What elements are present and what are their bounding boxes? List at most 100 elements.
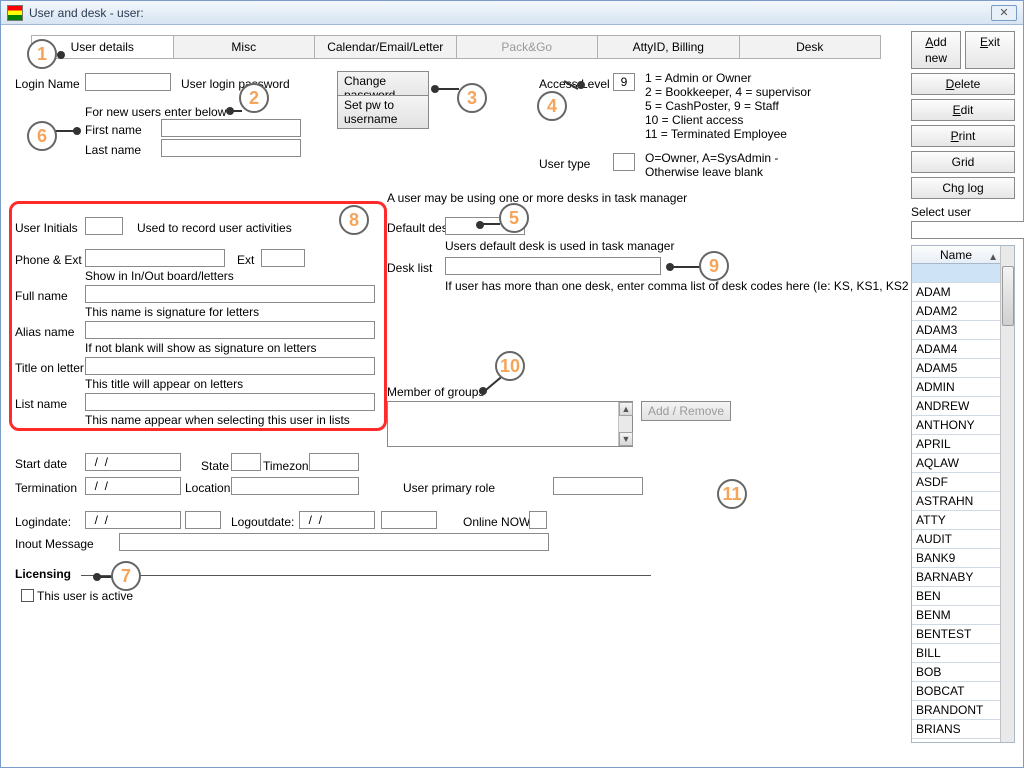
- location-input[interactable]: [231, 477, 359, 495]
- list-item[interactable]: ADAM2: [912, 302, 1000, 321]
- groups-scrollbar[interactable]: ▲ ▼: [618, 402, 632, 446]
- active-checkbox-label: This user is active: [37, 589, 133, 603]
- login-name-input[interactable]: [85, 73, 171, 91]
- default-desk-input[interactable]: [445, 217, 525, 235]
- desk-list-label: Desk list: [387, 261, 432, 275]
- access-legend-5: 11 = Terminated Employee: [645, 127, 787, 141]
- access-level-input[interactable]: [613, 73, 635, 91]
- logintime-input[interactable]: [185, 511, 221, 529]
- scrollbar-thumb[interactable]: [1002, 266, 1014, 326]
- tab-attyid-billing[interactable]: AttyID, Billing: [598, 35, 740, 58]
- logindate-label: Logindate:: [15, 515, 71, 529]
- list-item[interactable]: BENM: [912, 606, 1000, 625]
- list-item[interactable]: BRANDONT: [912, 701, 1000, 720]
- logindate-input[interactable]: [85, 511, 181, 529]
- inout-message-input[interactable]: [119, 533, 549, 551]
- for-new-users-hint: For new users enter below: [85, 105, 226, 119]
- logoutdate-input[interactable]: [299, 511, 375, 529]
- add-new-button[interactable]: Add new: [911, 31, 961, 69]
- list-item[interactable]: ASDF: [912, 473, 1000, 492]
- list-name-input[interactable]: [85, 393, 375, 411]
- list-item[interactable]: ANDREW: [912, 397, 1000, 416]
- user-list: Name ▲ ADAMADAM2ADAM3ADAM4ADAM5ADMINANDR…: [911, 245, 1015, 743]
- user-initials-label: User Initials: [15, 221, 78, 235]
- user-list-header[interactable]: Name ▲: [912, 246, 1000, 264]
- user-initials-input[interactable]: [85, 217, 123, 235]
- access-legend-3: 5 = CashPoster, 9 = Staff: [645, 99, 779, 113]
- edit-button[interactable]: Edit: [911, 99, 1015, 121]
- close-icon[interactable]: ✕: [991, 5, 1017, 21]
- marker-6: 6: [27, 121, 57, 151]
- exit-button[interactable]: Exit: [965, 31, 1015, 69]
- list-item[interactable]: BENTEST: [912, 625, 1000, 644]
- scroll-up-icon[interactable]: ▲: [619, 402, 633, 416]
- full-name-label: Full name: [15, 289, 68, 303]
- termination-input[interactable]: [85, 477, 181, 495]
- list-item[interactable]: BEN: [912, 587, 1000, 606]
- list-item[interactable]: ADAM4: [912, 340, 1000, 359]
- list-item[interactable]: ASTRAHN: [912, 492, 1000, 511]
- user-type-input[interactable]: [613, 153, 635, 171]
- desk-list-input[interactable]: [445, 257, 661, 275]
- desk-intro-hint: A user may be using one or more desks in…: [387, 191, 687, 205]
- list-item[interactable]: BOB: [912, 663, 1000, 682]
- user-primary-role-input[interactable]: [553, 477, 643, 495]
- list-item[interactable]: BILL: [912, 644, 1000, 663]
- action-button-column: Add new Exit Delete Edit Print Grid Chg …: [911, 31, 1015, 199]
- list-item[interactable]: ANTHONY: [912, 416, 1000, 435]
- member-of-groups-box[interactable]: ▲ ▼: [387, 401, 633, 447]
- list-item[interactable]: ADMIN: [912, 378, 1000, 397]
- online-now-label: Online NOW: [463, 515, 530, 529]
- select-user-input[interactable]: [911, 221, 1024, 239]
- active-checkbox[interactable]: [21, 589, 34, 602]
- first-name-input[interactable]: [161, 119, 301, 137]
- logouttime-input[interactable]: [381, 511, 437, 529]
- list-item[interactable]: BANK9: [912, 549, 1000, 568]
- tab-calendar-email-letter[interactable]: Calendar/Email/Letter: [315, 35, 457, 58]
- list-item[interactable]: ADAM3: [912, 321, 1000, 340]
- list-item[interactable]: ADAM: [912, 283, 1000, 302]
- last-name-input[interactable]: [161, 139, 301, 157]
- list-item[interactable]: AUDIT: [912, 530, 1000, 549]
- list-item[interactable]: BOBCAT: [912, 682, 1000, 701]
- access-legend-4: 10 = Client access: [645, 113, 743, 127]
- tab-misc[interactable]: Misc: [174, 35, 316, 58]
- list-item[interactable]: APRIL: [912, 435, 1000, 454]
- first-name-label: First name: [85, 123, 142, 137]
- tab-desk[interactable]: Desk: [740, 35, 882, 58]
- user-list-scrollbar[interactable]: [1000, 246, 1014, 742]
- list-item[interactable]: BULLETIN: [912, 739, 1000, 742]
- start-date-input[interactable]: [85, 453, 181, 471]
- start-date-label: Start date: [15, 457, 67, 471]
- list-item[interactable]: BRIANS: [912, 720, 1000, 739]
- grid-button[interactable]: Grid: [911, 151, 1015, 173]
- list-name-label: List name: [15, 397, 67, 411]
- state-input[interactable]: [231, 453, 261, 471]
- set-pw-to-username-button[interactable]: Set pw to username: [337, 95, 429, 129]
- list-item[interactable]: ATTY: [912, 511, 1000, 530]
- add-remove-button[interactable]: Add / Remove: [641, 401, 731, 421]
- marker-9: 9: [699, 251, 729, 281]
- list-item[interactable]: BARNABY: [912, 568, 1000, 587]
- list-item[interactable]: [912, 264, 1000, 283]
- timezone-input[interactable]: [309, 453, 359, 471]
- ext-input[interactable]: [261, 249, 305, 267]
- print-button[interactable]: Print: [911, 125, 1015, 147]
- full-name-input[interactable]: [85, 285, 375, 303]
- tab-user-details[interactable]: User details: [31, 35, 174, 58]
- chg-log-button[interactable]: Chg log: [911, 177, 1015, 199]
- delete-button[interactable]: Delete: [911, 73, 1015, 95]
- alias-name-input[interactable]: [85, 321, 375, 339]
- alias-name-label: Alias name: [15, 325, 74, 339]
- tab-packgo[interactable]: Pack&Go: [457, 35, 599, 58]
- online-now-input[interactable]: [529, 511, 547, 529]
- list-item[interactable]: AQLAW: [912, 454, 1000, 473]
- user-list-column: Name ▲ ADAMADAM2ADAM3ADAM4ADAM5ADMINANDR…: [912, 246, 1000, 742]
- title-letter-input[interactable]: [85, 357, 375, 375]
- list-item[interactable]: ADAM5: [912, 359, 1000, 378]
- alias-name-hint: If not blank will show as signature on l…: [85, 341, 316, 355]
- scroll-down-icon[interactable]: ▼: [619, 432, 633, 446]
- phone-input[interactable]: [85, 249, 225, 267]
- access-legend-2: 2 = Bookkeeper, 4 = supervisor: [645, 85, 811, 99]
- marker-10: 10: [495, 351, 525, 381]
